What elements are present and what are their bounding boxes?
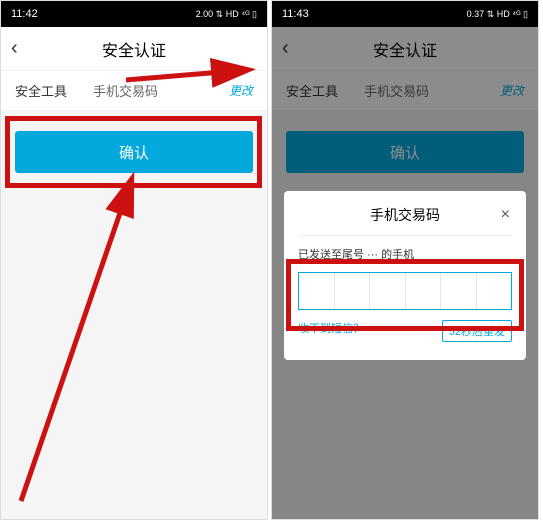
- page-title: 安全认证: [373, 37, 437, 61]
- no-sms-link[interactable]: 收不到短信？: [298, 320, 364, 342]
- change-link: 更改: [500, 82, 524, 99]
- page-title: 安全认证: [102, 37, 166, 61]
- resend-countdown: 52秒后重发: [442, 320, 512, 342]
- row-value: 手机交易码: [364, 81, 500, 100]
- nav-bar: ‹ 安全认证: [1, 27, 267, 71]
- confirm-button[interactable]: 确认: [15, 131, 253, 173]
- status-indicators: 2.00 ⇅ HD ⁴ᴳ ▯: [196, 9, 257, 20]
- row-value: 手机交易码: [93, 81, 229, 100]
- modal-sent-text: 已发送至尾号 ··· 的手机: [298, 246, 512, 262]
- security-tool-row: 安全工具 手机交易码 更改: [272, 71, 538, 111]
- row-label: 安全工具: [286, 81, 364, 100]
- security-tool-row: 安全工具 手机交易码 更改: [1, 71, 267, 111]
- sms-code-modal: 手机交易码 × 已发送至尾号 ··· 的手机 收不到短信？ 52秒后重发: [284, 191, 526, 360]
- confirm-button: 确认: [286, 131, 524, 173]
- back-icon[interactable]: ‹: [11, 37, 18, 60]
- confirm-label: 确认: [390, 142, 420, 163]
- back-icon: ‹: [282, 37, 289, 60]
- close-icon[interactable]: ×: [501, 206, 510, 224]
- status-bar: 11:42 2.00 ⇅ HD ⁴ᴳ ▯: [1, 1, 267, 27]
- nav-bar: ‹ 安全认证: [272, 27, 538, 71]
- confirm-label: 确认: [119, 142, 149, 163]
- status-time: 11:43: [282, 8, 309, 20]
- row-label: 安全工具: [15, 81, 93, 100]
- sms-code-input[interactable]: [298, 272, 512, 310]
- change-link[interactable]: 更改: [229, 82, 253, 99]
- status-bar: 11:43 0.37 ⇅ HD ⁴ᴳ ▯: [272, 1, 538, 27]
- status-indicators: 0.37 ⇅ HD ⁴ᴳ ▯: [467, 9, 528, 20]
- status-time: 11:42: [11, 8, 38, 20]
- arrow-to-confirm: [1, 151, 261, 511]
- modal-title: 手机交易码: [370, 205, 440, 225]
